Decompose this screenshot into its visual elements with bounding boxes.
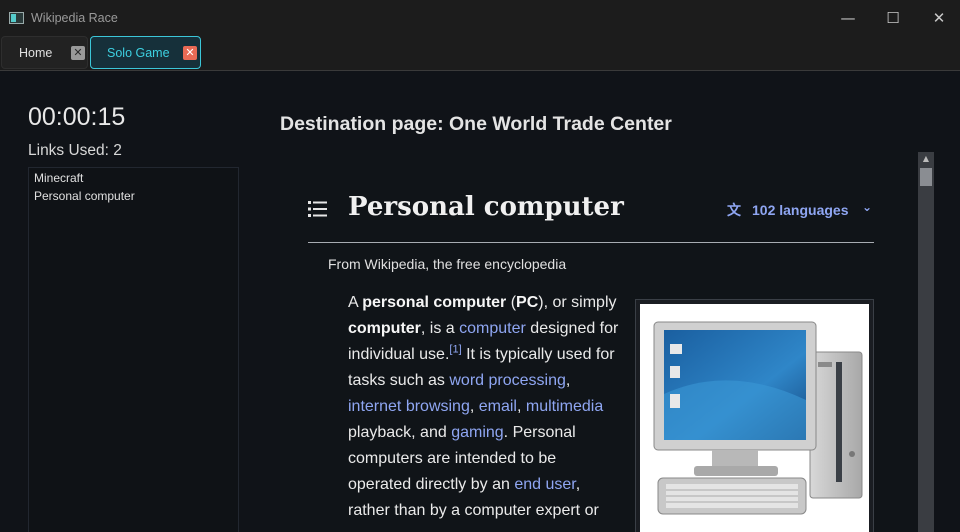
minimize-icon[interactable]: — xyxy=(838,8,858,28)
title-bar: Wikipedia Race — ☐ ✕ xyxy=(0,0,960,36)
infobox xyxy=(635,299,874,532)
tab-close-icon[interactable]: ✕ xyxy=(71,46,85,60)
scroll-up-icon[interactable]: ▲ xyxy=(918,152,934,166)
chevron-down-icon: ⌄ xyxy=(862,200,873,214)
link-gaming[interactable]: gaming xyxy=(451,424,503,441)
links-used-label: Links Used: 2 xyxy=(28,142,122,159)
wikipedia-view[interactable]: Personal computer 文 102 languages ⌄ From… xyxy=(280,150,920,532)
tab-solo-game[interactable]: Solo Game ✕ xyxy=(90,36,201,69)
window-title: Wikipedia Race xyxy=(31,11,118,25)
link-end-user[interactable]: end user xyxy=(514,476,575,493)
app-icon xyxy=(9,12,24,24)
personal-computer-image[interactable] xyxy=(640,304,869,532)
destination-heading: Destination page: One World Trade Center xyxy=(280,113,672,135)
maximize-icon[interactable]: ☐ xyxy=(883,8,903,28)
links-used-counter: Links Used: 2 xyxy=(28,142,122,160)
close-icon[interactable]: ✕ xyxy=(929,8,949,28)
scroll-thumb[interactable] xyxy=(920,168,932,186)
tab-label: Solo Game xyxy=(107,46,170,60)
link-word-processing[interactable]: word processing xyxy=(449,372,566,389)
link-internet-browsing[interactable]: internet browsing xyxy=(348,398,470,415)
tab-bar: Home ✕ Solo Game ✕ xyxy=(0,36,960,71)
article-tagline: From Wikipedia, the free encyclopedia xyxy=(328,256,567,272)
tab-close-icon[interactable]: ✕ xyxy=(183,46,197,60)
visited-pages-list[interactable]: Minecraft Personal computer xyxy=(28,167,239,532)
languages-label: 102 languages xyxy=(752,202,849,218)
tab-label: Home xyxy=(19,46,53,60)
article-paragraph: A personal computer (PC), or simply comp… xyxy=(348,294,619,519)
scrollbar[interactable]: ▲ xyxy=(918,152,934,532)
table-of-contents-icon[interactable] xyxy=(308,200,328,218)
translate-icon: 文 xyxy=(727,203,741,219)
tab-home[interactable]: Home ✕ xyxy=(1,36,88,69)
link-computer[interactable]: computer xyxy=(459,320,526,337)
article-title: Personal computer xyxy=(348,192,624,222)
link-email[interactable]: email xyxy=(479,398,517,415)
list-item[interactable]: Minecraft xyxy=(29,169,238,187)
list-item[interactable]: Personal computer xyxy=(29,187,238,205)
link-multimedia[interactable]: multimedia xyxy=(526,398,603,415)
citation-link[interactable]: [1] xyxy=(449,344,461,356)
divider xyxy=(308,242,874,243)
game-timer: 00:00:15 xyxy=(28,103,126,131)
